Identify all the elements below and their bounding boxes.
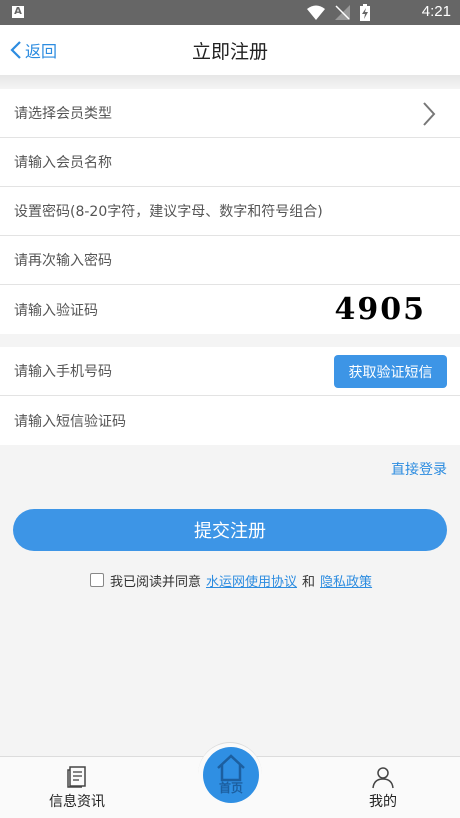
captcha-placeholder: 请输入验证码 xyxy=(14,302,98,319)
user-icon xyxy=(372,767,394,789)
captcha-input[interactable]: 请输入验证码 4905 xyxy=(0,285,460,334)
status-bar: A 4:21 xyxy=(0,0,460,25)
sms-code-input[interactable]: 请输入短信验证码 xyxy=(0,396,460,445)
nav-divider xyxy=(0,75,460,89)
tab-me-label: 我的 xyxy=(369,794,397,810)
phone-form-group: 请输入手机号码 获取验证短信 请输入短信验证码 xyxy=(0,347,460,445)
get-sms-code-button[interactable]: 获取验证短信 xyxy=(334,355,447,388)
tab-info-label: 信息资讯 xyxy=(49,794,105,810)
account-form-group: 请选择会员类型 请输入会员名称 设置密码(8-20字符，建议字母、数字和符号组合… xyxy=(0,89,460,334)
password-placeholder: 设置密码(8-20字符，建议字母、数字和符号组合) xyxy=(14,204,323,220)
agreement-prefix: 我已阅读并同意 xyxy=(110,574,202,590)
terms-link[interactable]: 水运网使用协议 xyxy=(206,571,297,590)
agreement-row: 我已阅读并同意 水运网使用协议 和 隐私政策 xyxy=(90,570,377,590)
captcha-image[interactable]: 4905 xyxy=(335,294,427,326)
tab-info[interactable]: 信息资讯 xyxy=(40,757,114,818)
direct-login-link[interactable]: 直接登录 xyxy=(391,459,447,479)
member-name-placeholder: 请输入会员名称 xyxy=(14,155,112,171)
system-icons xyxy=(307,4,370,21)
app-notification-icon: A xyxy=(12,6,24,18)
no-signal-icon xyxy=(335,5,350,20)
member-type-label: 请选择会员类型 xyxy=(14,106,112,122)
privacy-link[interactable]: 隐私政策 xyxy=(320,571,372,590)
confirm-password-placeholder: 请再次输入密码 xyxy=(14,253,112,269)
battery-charging-icon xyxy=(360,4,370,21)
tab-home[interactable]: 首页 xyxy=(203,747,259,803)
tab-home-label: 首页 xyxy=(218,781,243,795)
confirm-password-input[interactable]: 请再次输入密码 xyxy=(0,236,460,285)
agreement-and: 和 xyxy=(302,574,316,590)
news-icon xyxy=(67,766,86,788)
nav-bar: 返回 立即注册 xyxy=(0,25,460,75)
chevron-right-icon xyxy=(423,102,436,126)
status-time: 4:21 xyxy=(421,3,451,20)
password-input[interactable]: 设置密码(8-20字符，建议字母、数字和符号组合) xyxy=(0,187,460,236)
wifi-icon xyxy=(307,5,325,20)
member-type-select[interactable]: 请选择会员类型 xyxy=(0,89,460,138)
phone-placeholder: 请输入手机号码 xyxy=(14,364,112,380)
page-title: 立即注册 xyxy=(191,41,268,63)
agreement-checkbox[interactable] xyxy=(90,573,104,587)
sms-code-placeholder: 请输入短信验证码 xyxy=(14,413,126,430)
member-name-input[interactable]: 请输入会员名称 xyxy=(0,138,460,187)
phone-input[interactable]: 请输入手机号码 获取验证短信 xyxy=(0,347,460,396)
tab-me[interactable]: 我的 xyxy=(353,757,413,818)
submit-register-button[interactable]: 提交注册 xyxy=(13,509,447,551)
